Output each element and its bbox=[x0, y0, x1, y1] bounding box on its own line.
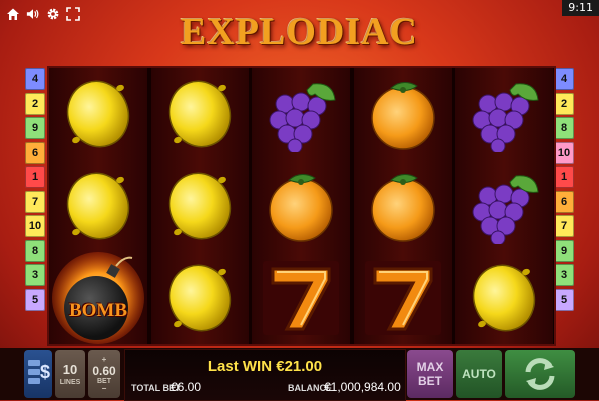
win-info-panel: Last WIN €21.00 TOTAL BET €6.00 BALANCE … bbox=[124, 349, 406, 401]
payline-marker: 10 bbox=[25, 215, 45, 237]
reel-area: BOMB bbox=[47, 66, 556, 346]
reel-3 bbox=[252, 68, 350, 344]
reel-4 bbox=[353, 68, 452, 344]
bet-selector[interactable]: + 0.60 BET − bbox=[88, 350, 120, 398]
lines-label: LINES bbox=[59, 379, 81, 386]
total-bet-value: €6.00 bbox=[171, 380, 202, 394]
payline-marker: 4 bbox=[25, 68, 45, 90]
payline-marker: 8 bbox=[25, 239, 45, 262]
symbol-grapes bbox=[455, 160, 553, 252]
payline-marker: 10 bbox=[554, 141, 574, 164]
payline-marker: 8 bbox=[554, 117, 574, 139]
payline-marker: 1 bbox=[554, 166, 574, 188]
payline-marker: 7 bbox=[554, 215, 574, 237]
reel-1: BOMB bbox=[49, 68, 147, 344]
symbol-seven bbox=[252, 252, 350, 344]
payline-marker: 4 bbox=[554, 68, 574, 90]
max-bet-label-top: MAX bbox=[416, 360, 444, 374]
game-logo: EXPLODIAC bbox=[180, 11, 419, 53]
symbol-orange bbox=[354, 68, 452, 160]
reel-5 bbox=[455, 68, 553, 344]
last-win: Last WIN €21.00 bbox=[207, 358, 323, 375]
payline-marker: 5 bbox=[25, 288, 45, 311]
payline-marker: 1 bbox=[25, 166, 45, 188]
symbol-grapes bbox=[455, 68, 553, 160]
symbol-orange bbox=[252, 160, 350, 252]
payline-marker: 7 bbox=[25, 190, 45, 213]
bet-minus-icon[interactable]: − bbox=[102, 384, 107, 393]
symbol-lemon bbox=[49, 160, 147, 252]
payline-marker: 9 bbox=[554, 239, 574, 262]
auto-label: AUTO bbox=[462, 367, 496, 381]
symbol-lemon bbox=[455, 252, 553, 344]
symbol-seven bbox=[354, 252, 452, 344]
symbol-lemon bbox=[151, 68, 249, 160]
payline-marker: 2 bbox=[554, 92, 574, 115]
payline-marker: 5 bbox=[554, 288, 574, 311]
payline-marker: 9 bbox=[25, 117, 45, 139]
paylines-left: 4 2 9 6 1 7 10 8 3 5 bbox=[25, 68, 45, 313]
max-bet-label-bottom: BET bbox=[418, 374, 442, 388]
symbol-orange bbox=[354, 160, 452, 252]
currency-button[interactable]: $ bbox=[24, 350, 52, 398]
balance-value: €1,000,984.00 bbox=[324, 380, 401, 394]
symbol-lemon bbox=[151, 160, 249, 252]
symbol-bomb: BOMB bbox=[49, 252, 147, 344]
lines-selector[interactable]: 10 LINES bbox=[55, 350, 85, 398]
payline-marker: 2 bbox=[25, 92, 45, 115]
payline-marker: 3 bbox=[554, 264, 574, 286]
reel-2 bbox=[150, 68, 249, 344]
auto-button[interactable]: AUTO bbox=[456, 350, 502, 398]
paylines-right: 4 2 8 10 1 6 7 9 3 5 bbox=[554, 68, 574, 313]
payline-marker: 6 bbox=[25, 141, 45, 164]
bomb-label: BOMB bbox=[68, 300, 128, 321]
bet-value: 0.60 bbox=[92, 363, 116, 378]
symbol-lemon bbox=[151, 252, 249, 344]
currency-symbol: $ bbox=[39, 362, 50, 382]
payline-marker: 6 bbox=[554, 190, 574, 213]
spin-button[interactable] bbox=[505, 350, 575, 398]
max-bet-button[interactable]: MAX BET bbox=[407, 350, 453, 398]
spin-arrows-icon bbox=[525, 358, 555, 390]
bet-plus-icon[interactable]: + bbox=[102, 355, 107, 364]
lines-value: 10 bbox=[62, 362, 78, 377]
symbol-grapes bbox=[252, 68, 350, 160]
payline-marker: 3 bbox=[25, 264, 45, 286]
symbol-lemon bbox=[49, 68, 147, 160]
